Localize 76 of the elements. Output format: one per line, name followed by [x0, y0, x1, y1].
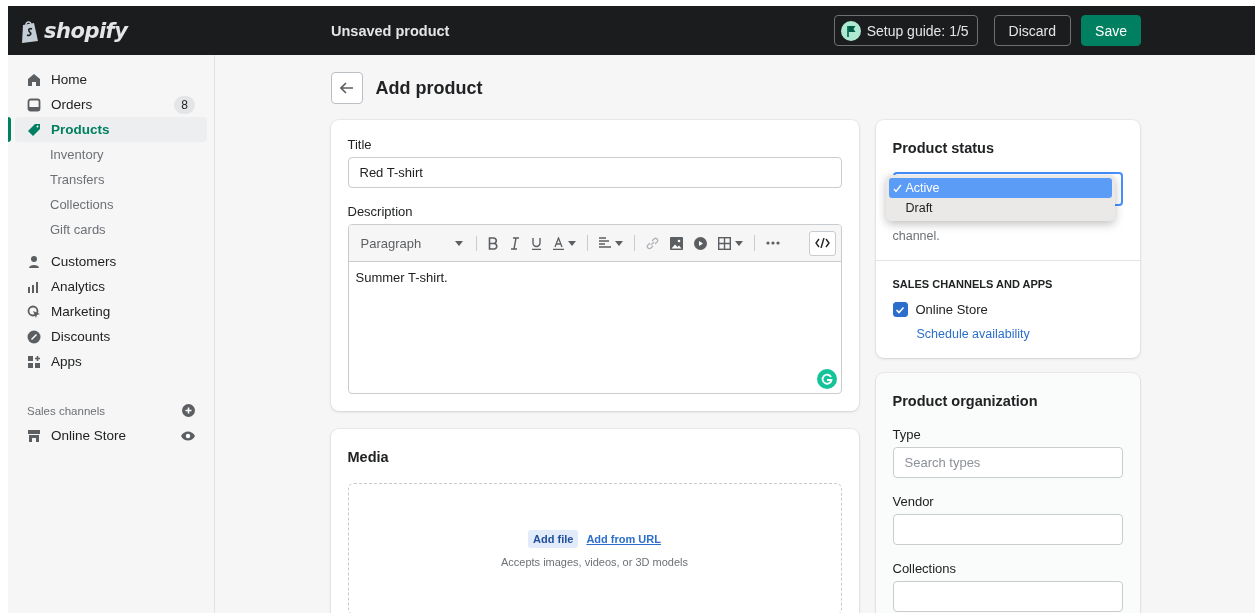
- sidebar-subitem[interactable]: Transfers: [8, 167, 214, 192]
- input-field[interactable]: Search types: [892, 447, 1123, 478]
- align-icon[interactable]: [599, 237, 624, 249]
- caret-icon: [615, 240, 624, 246]
- dropdown-option[interactable]: Draft: [888, 198, 1112, 218]
- add-file-button[interactable]: Add file: [528, 530, 579, 548]
- eye-icon[interactable]: [181, 430, 195, 441]
- checkbox-label: Online Store: [915, 302, 988, 317]
- sidebar-subitem[interactable]: Inventory: [8, 142, 214, 167]
- section-heading: Sales channels: [27, 404, 105, 417]
- code-view-button[interactable]: [808, 230, 836, 256]
- flag-icon: [840, 20, 861, 41]
- setup-guide-button[interactable]: Setup guide: 1/5: [833, 15, 978, 46]
- save-button[interactable]: Save: [1081, 15, 1141, 46]
- rich-text-editor[interactable]: Paragraph Summer T-shirt.: [347, 224, 842, 394]
- field-label: Collections: [892, 561, 958, 576]
- underline-icon[interactable]: [531, 236, 543, 250]
- sidebar-item[interactable]: Orders 8: [15, 92, 207, 117]
- code-icon: [814, 238, 830, 248]
- input-field[interactable]: Red T-shirt: [347, 157, 842, 188]
- discard-button[interactable]: Discard: [993, 15, 1072, 46]
- status-hint: channel.: [892, 229, 941, 245]
- sidebar-item[interactable]: Apps: [15, 349, 207, 374]
- page-title: Unsaved product: [331, 22, 451, 39]
- editor-text: Summer T-shirt.: [355, 270, 448, 285]
- store-icon: [27, 428, 41, 443]
- caret-icon: [568, 240, 577, 246]
- play-icon[interactable]: [694, 236, 708, 250]
- more-icon[interactable]: [766, 241, 781, 245]
- card-title: Media: [347, 449, 390, 465]
- check-icon: [892, 183, 902, 193]
- sidebar-subitem[interactable]: Gift cards: [8, 217, 214, 242]
- italic-icon[interactable]: [510, 236, 521, 250]
- sidebar-item[interactable]: Analytics: [15, 274, 207, 299]
- section-heading: SALES CHANNELS AND APPS: [892, 278, 1054, 290]
- sidebar-subitem[interactable]: Collections: [8, 192, 214, 217]
- apps-icon: [27, 354, 41, 369]
- page-heading: Add product: [375, 77, 483, 99]
- discount-icon: [27, 329, 41, 344]
- add-from-url-link[interactable]: Add from URL: [586, 533, 661, 545]
- sidebar-item[interactable]: Discounts: [15, 324, 207, 349]
- shopping-bag-icon: [20, 18, 40, 43]
- back-arrow-icon: [339, 82, 354, 94]
- count-badge: 8: [174, 95, 195, 114]
- field-label: Vendor: [892, 494, 935, 509]
- table-icon[interactable]: [718, 236, 744, 250]
- sidebar-item[interactable]: Marketing: [15, 299, 207, 324]
- input-field[interactable]: [892, 581, 1123, 612]
- checkbox[interactable]: [892, 302, 908, 317]
- input-field[interactable]: [892, 514, 1123, 545]
- target-icon: [27, 304, 41, 319]
- field-label: Type: [892, 427, 922, 442]
- field-label: Title: [347, 137, 373, 152]
- card-title: Product organization: [892, 393, 1039, 409]
- bold-icon[interactable]: [488, 236, 500, 250]
- drop-zone-hint: Accepts images, videos, or 3D models: [500, 556, 689, 568]
- logo-wordmark: shopify: [44, 18, 128, 43]
- caret-icon: [455, 240, 464, 246]
- checkmark-icon: [895, 304, 905, 315]
- caret-icon: [735, 240, 744, 246]
- bar-chart-icon: [27, 279, 41, 294]
- text-color-icon[interactable]: [553, 236, 577, 250]
- inbox-icon: [27, 97, 41, 112]
- person-icon: [27, 254, 41, 269]
- card-title: Product status: [892, 140, 995, 156]
- field-label: Description: [347, 204, 414, 219]
- tag-icon: [27, 122, 41, 137]
- sidebar-item[interactable]: Customers: [15, 249, 207, 274]
- home-icon: [27, 72, 41, 87]
- add-icon[interactable]: [182, 404, 195, 417]
- back-button[interactable]: [330, 72, 363, 104]
- format-dropdown[interactable]: Paragraph: [360, 235, 478, 251]
- sidebar-item[interactable]: Home: [15, 67, 207, 92]
- schedule-link[interactable]: Schedule availability: [916, 327, 1030, 341]
- image-icon[interactable]: [670, 236, 684, 250]
- sidebar-item[interactable]: Online Store: [15, 423, 207, 448]
